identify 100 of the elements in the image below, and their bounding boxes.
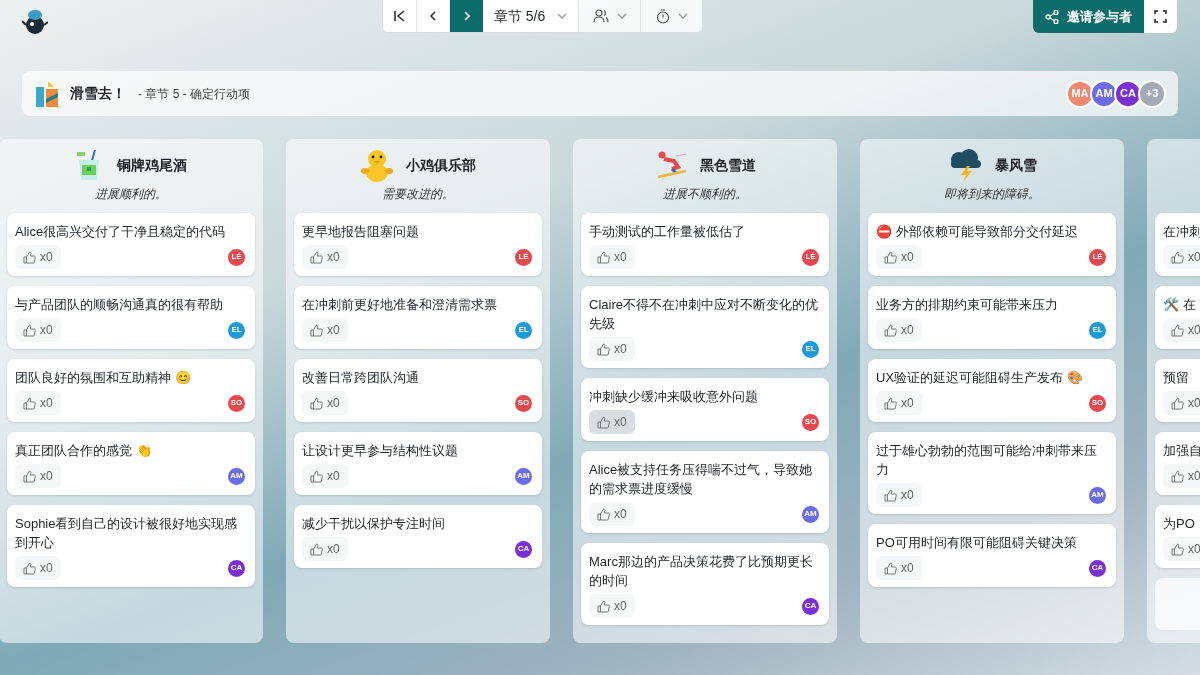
card[interactable]: ⛔ 外部依赖可能导致部分交付延迟 x0 LÉ <box>868 213 1116 276</box>
like-button[interactable]: x0 <box>1163 318 1200 342</box>
author-avatar: CA <box>802 597 819 615</box>
participant-avatar[interactable]: CA <box>1114 79 1142 108</box>
like-button[interactable]: x0 <box>15 391 61 415</box>
card-text: 🛠 在 <box>1163 296 1197 314</box>
thumbs-up-icon <box>884 250 897 264</box>
thumbs-up-icon <box>1171 542 1184 556</box>
card[interactable]: 让设计更早参与结构性议题 x0 AM <box>294 432 542 495</box>
previous-button[interactable] <box>417 0 450 32</box>
like-button[interactable]: x0 <box>302 464 348 488</box>
thumbs-up-icon <box>23 561 36 575</box>
card[interactable]: Alice很高兴交付了干净且稳定的代码 x0 LÉ <box>7 213 255 276</box>
participant-avatar[interactable]: AM <box>1090 79 1118 108</box>
card-text: 加强自 <box>1163 442 1200 460</box>
chevron-down-icon <box>616 13 627 19</box>
thumbs-up-icon <box>23 396 36 410</box>
fullscreen-button[interactable] <box>1144 0 1177 33</box>
card-text: 与产品团队的顺畅沟通真的很有帮助 <box>15 296 224 314</box>
card-text: Claire不得不在冲刺中应对不断变化的优先级 <box>589 296 819 333</box>
thumbs-up-icon <box>1171 396 1184 410</box>
like-button[interactable]: x0 <box>15 464 61 488</box>
thumbs-up-icon <box>23 250 36 264</box>
card[interactable]: 团队良好的氛围和互助精神 😊 x0 SO <box>7 359 255 422</box>
author-avatar: CA <box>1089 559 1106 577</box>
card-text: 冲刺缺少缓冲来吸收意外问题 <box>589 388 759 406</box>
card[interactable]: 在冲刺前更好地准备和澄清需求票 x0 EL <box>294 286 542 349</box>
card-text: 手动测试的工作量被低估了 <box>589 223 746 241</box>
chevron-down-icon <box>557 13 568 19</box>
card[interactable]: Alice被支持任务压得喘不过气，导致她的需求票进度缓慢 x0 AM <box>581 451 829 533</box>
column-title: 小鸡俱乐部 <box>406 155 476 175</box>
card[interactable]: 更早地报告阻塞问题 x0 LÉ <box>294 213 542 276</box>
thumbs-up-icon <box>597 507 610 521</box>
card-text: UX验证的延迟可能阻碍生产发布 🎨 <box>876 369 1084 387</box>
card[interactable]: Marc那边的产品决策花费了比预期更长的时间 x0 CA <box>581 543 829 625</box>
card[interactable]: 减少干扰以保护专注时间 x0 CA <box>294 505 542 568</box>
like-button[interactable]: x0 <box>302 391 348 415</box>
card[interactable]: 与产品团队的顺畅沟通真的很有帮助 x0 EL <box>7 286 255 349</box>
card[interactable]: 手动测试的工作量被低估了 x0 LÉ <box>581 213 829 276</box>
like-button[interactable]: x0 <box>876 483 922 507</box>
card[interactable]: 过于雄心勃勃的范围可能给冲刺带来压力 x0 AM <box>868 432 1116 514</box>
like-button[interactable]: x0 <box>589 502 635 526</box>
like-button[interactable]: x0 <box>876 318 922 342</box>
thumbs-up-icon <box>1171 469 1184 483</box>
card-text: ⛔ 外部依赖可能导致部分交付延迟 <box>876 223 1079 241</box>
section-dropdown[interactable]: 章节 5/6 <box>483 0 578 32</box>
like-button[interactable]: x0 <box>15 245 61 269</box>
chevron-down-icon <box>677 13 688 19</box>
card[interactable]: 为PO x0 <box>1155 505 1200 568</box>
card[interactable]: 改善日常跨团队沟通 x0 SO <box>294 359 542 422</box>
card[interactable]: 加强自 x0 <box>1155 432 1200 495</box>
author-avatar: SO <box>228 394 245 412</box>
chick-icon <box>360 147 394 183</box>
author-avatar: AM <box>1089 486 1106 504</box>
column-title: 黑色雪道 <box>700 155 756 175</box>
card[interactable]: 业务方的排期约束可能带来压力 x0 EL <box>868 286 1116 349</box>
like-button[interactable]: x0 <box>589 594 635 618</box>
like-button[interactable]: x0 <box>1163 245 1200 269</box>
like-button[interactable]: x0 <box>302 245 348 269</box>
thumbs-up-icon <box>23 323 36 337</box>
card[interactable]: PO可用时间有限可能阻碍关键决策 x0 CA <box>868 524 1116 587</box>
thumbs-up-icon <box>597 250 610 264</box>
author-avatar: EL <box>515 321 532 339</box>
like-button[interactable]: x0 <box>1163 464 1200 488</box>
card[interactable]: 冲刺缺少缓冲来吸收意外问题 x0 SO <box>581 378 829 441</box>
board-subtitle: - 章节 5 - 确定行动项 <box>138 85 250 103</box>
card[interactable]: Claire不得不在冲刺中应对不断变化的优先级 x0 EL <box>581 286 829 368</box>
card[interactable]: 🛠 在 x0 <box>1155 286 1200 349</box>
thumbs-up-icon <box>310 542 323 556</box>
thumbs-up-icon <box>310 396 323 410</box>
author-avatar: SO <box>1089 394 1106 412</box>
like-button[interactable]: x0 <box>589 337 635 361</box>
card[interactable]: 真正团队合作的感觉 👏 x0 AM <box>7 432 255 495</box>
thumbs-up-icon <box>1171 250 1184 264</box>
author-avatar: CA <box>228 559 245 577</box>
logo-icon[interactable] <box>22 8 48 36</box>
like-button[interactable]: x0 <box>876 556 922 580</box>
author-avatar: SO <box>515 394 532 412</box>
next-button[interactable] <box>450 0 483 32</box>
card-text: Alice很高兴交付了干净且稳定的代码 <box>15 223 227 241</box>
like-button[interactable]: x0 <box>1163 391 1200 415</box>
like-button[interactable]: x0 <box>589 410 635 434</box>
like-button[interactable]: x0 <box>876 391 922 415</box>
invite-participants-button[interactable]: 邀请参与者 <box>1033 0 1144 33</box>
card-text: 业务方的排期约束可能带来压力 <box>876 296 1059 314</box>
card[interactable]: UX验证的延迟可能阻碍生产发布 🎨 x0 SO <box>868 359 1116 422</box>
like-button[interactable]: x0 <box>876 245 922 269</box>
card[interactable]: 预留 x0 <box>1155 359 1200 422</box>
chevron-left-icon <box>427 10 439 22</box>
like-button[interactable]: x0 <box>589 245 635 269</box>
like-button[interactable]: x0 <box>1163 537 1200 561</box>
card-text: Alice被支持任务压得喘不过气，导致她的需求票进度缓慢 <box>589 461 814 498</box>
like-button[interactable]: x0 <box>302 537 348 561</box>
first-section-button[interactable] <box>383 0 417 32</box>
like-button[interactable]: x0 <box>15 318 61 342</box>
like-button[interactable]: x0 <box>15 556 61 580</box>
card[interactable]: Sophie看到自己的设计被很好地实现感到开心 x0 CA <box>7 505 255 587</box>
like-button[interactable]: x0 <box>302 318 348 342</box>
board-title: 滑雪去！ <box>70 84 126 103</box>
author-avatar: LÉ <box>802 248 819 266</box>
